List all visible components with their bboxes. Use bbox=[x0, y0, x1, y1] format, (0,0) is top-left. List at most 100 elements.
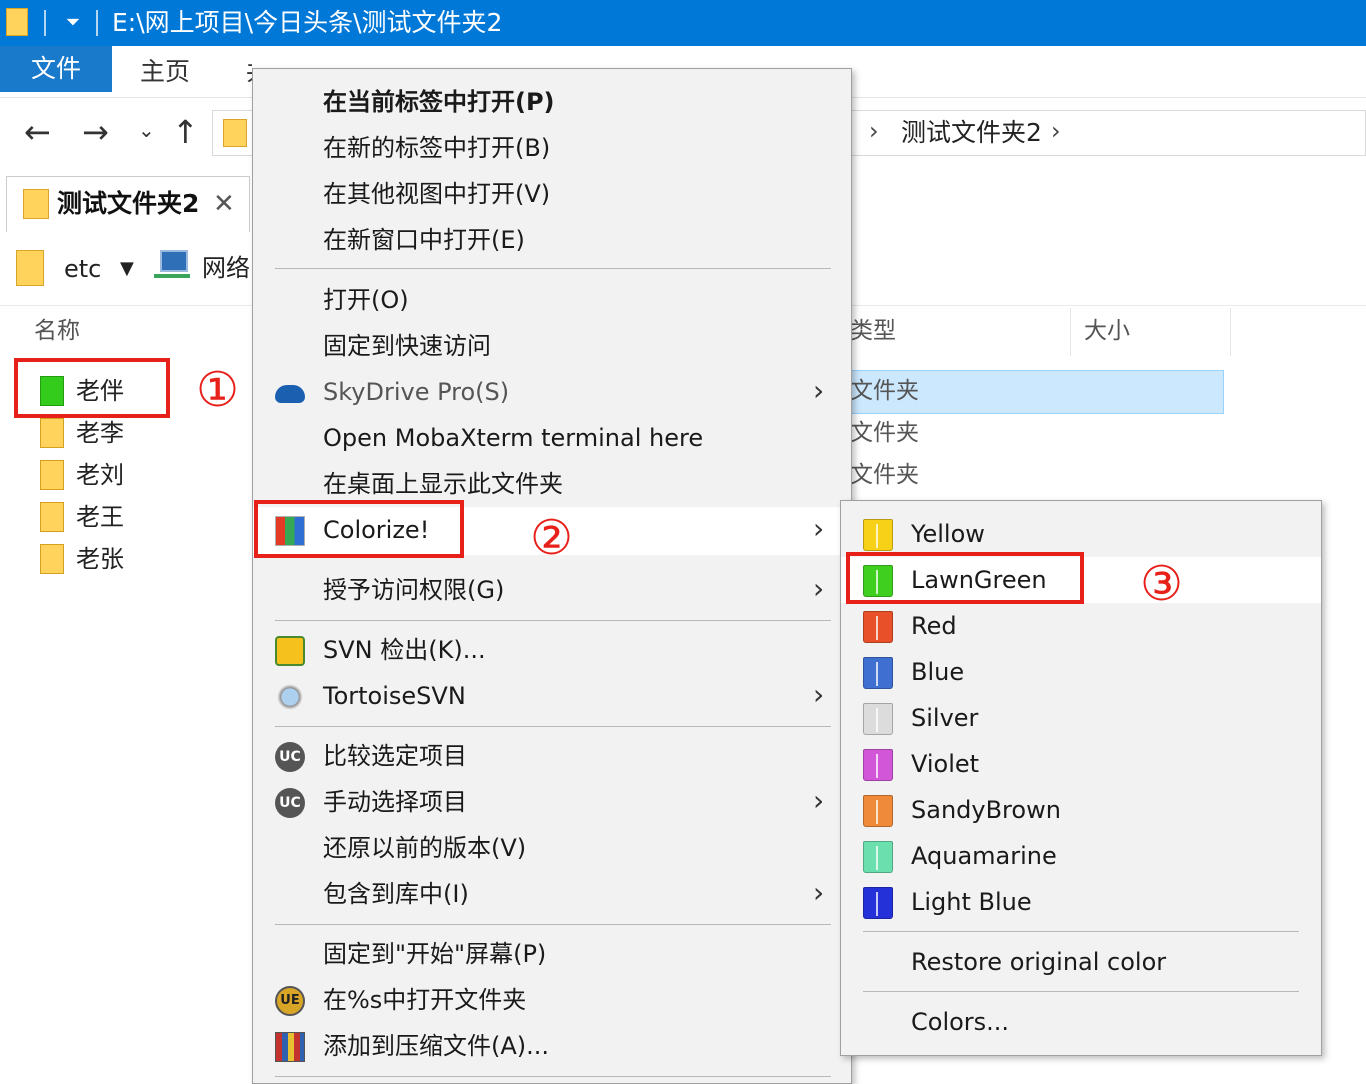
menu-item-label: 手动选择项目 bbox=[323, 785, 467, 819]
winrar-icon bbox=[275, 1032, 305, 1062]
menu-item-mobaxterm[interactable]: Open MobaXterm terminal here bbox=[253, 415, 851, 461]
forward-arrow-icon[interactable]: → bbox=[82, 112, 109, 152]
menu-item-grant-access[interactable]: 授予访问权限(G) › bbox=[253, 567, 851, 613]
menu-item-manual-select[interactable]: UC 手动选择项目 › bbox=[253, 779, 851, 825]
menu-item-label: SkyDrive Pro(S) bbox=[323, 375, 509, 409]
column-divider[interactable] bbox=[1230, 308, 1231, 356]
tab-file[interactable]: 文件 bbox=[0, 46, 112, 92]
menu-item-label: 还原以前的版本(V) bbox=[323, 831, 526, 865]
color-option-blue[interactable]: Blue bbox=[841, 649, 1321, 695]
menu-item-skydrive[interactable]: SkyDrive Pro(S) › bbox=[253, 369, 851, 415]
quick-access-network[interactable]: 网络 bbox=[202, 252, 254, 284]
annotation-step-2: ② bbox=[530, 512, 573, 564]
sandybrown-folder-icon bbox=[863, 795, 893, 827]
quick-access-etc[interactable]: etc bbox=[64, 254, 101, 284]
up-arrow-icon[interactable]: ↑ bbox=[172, 112, 199, 152]
menu-separator bbox=[863, 931, 1299, 932]
menu-item-open-other-view[interactable]: 在其他视图中打开(V) bbox=[253, 171, 851, 217]
folder-tab[interactable]: 测试文件夹2 ✕ bbox=[6, 176, 250, 232]
submenu-arrow-icon: › bbox=[813, 677, 824, 713]
menu-item-colors[interactable]: Colors... bbox=[841, 999, 1321, 1045]
column-header-name[interactable]: 名称 bbox=[34, 314, 80, 348]
color-option-sandybrown[interactable]: SandyBrown bbox=[841, 787, 1321, 833]
color-option-aquamarine[interactable]: Aquamarine bbox=[841, 833, 1321, 879]
menu-item-open-new-window[interactable]: 在新窗口中打开(E) bbox=[253, 217, 851, 263]
menu-item-label: TortoiseSVN bbox=[323, 679, 466, 713]
file-name: 老李 bbox=[76, 416, 124, 450]
color-option-label: Aquamarine bbox=[911, 839, 1057, 873]
violet-folder-icon bbox=[863, 749, 893, 781]
folder-icon bbox=[40, 544, 64, 574]
menu-item-label: 在其他视图中打开(V) bbox=[323, 177, 550, 211]
color-option-label: Violet bbox=[911, 747, 979, 781]
breadcrumb-chevron-icon[interactable]: › bbox=[869, 117, 879, 145]
breadcrumb-chevron-icon[interactable]: › bbox=[1051, 117, 1061, 145]
menu-item-label: 在新的标签中打开(B) bbox=[323, 131, 550, 165]
annotation-step-3: ③ bbox=[1140, 558, 1183, 610]
color-option-label: Yellow bbox=[911, 517, 985, 551]
aquamarine-folder-icon bbox=[863, 841, 893, 873]
ultraedit-icon: UE bbox=[275, 986, 305, 1016]
column-header-size[interactable]: 大小 bbox=[1084, 314, 1130, 348]
menu-item-pin-quick-access[interactable]: 固定到快速访问 bbox=[253, 323, 851, 369]
menu-item-include-library[interactable]: 包含到库中(I) › bbox=[253, 871, 851, 917]
menu-item-add-archive[interactable]: 添加到压缩文件(A)... bbox=[253, 1023, 851, 1069]
menu-item-pin-start[interactable]: 固定到"开始"屏幕(P) bbox=[253, 931, 851, 977]
folder-icon bbox=[223, 119, 247, 147]
list-item[interactable]: 老刘 bbox=[28, 454, 248, 496]
color-option-label: Blue bbox=[911, 655, 964, 689]
menu-item-label: 打开(O) bbox=[323, 283, 409, 317]
tab-home[interactable]: 主页 bbox=[140, 46, 200, 98]
menu-item-open-in-s[interactable]: UE 在%s中打开文件夹 bbox=[253, 977, 851, 1023]
red-folder-icon bbox=[863, 611, 893, 643]
submenu-arrow-icon: › bbox=[813, 783, 824, 819]
annotation-step-1: ① bbox=[196, 364, 239, 416]
menu-item-tortoise-svn[interactable]: TortoiseSVN › bbox=[253, 673, 851, 719]
color-option-label: Red bbox=[911, 609, 957, 643]
column-header-type[interactable]: 类型 bbox=[850, 314, 896, 348]
quick-access-dropdown-icon[interactable]: ⏷ bbox=[62, 12, 84, 34]
title-separator bbox=[96, 10, 98, 36]
menu-item-open[interactable]: 打开(O) bbox=[253, 277, 851, 323]
menu-item-open-current-tab[interactable]: 在当前标签中打开(P) bbox=[253, 79, 851, 125]
menu-item-restore-previous[interactable]: 还原以前的版本(V) bbox=[253, 825, 851, 871]
list-item[interactable]: 老李 bbox=[28, 412, 248, 454]
tab-title: 测试文件夹2 bbox=[57, 185, 199, 223]
list-item[interactable]: 老张 bbox=[28, 538, 248, 580]
color-option-yellow[interactable]: Yellow bbox=[841, 511, 1321, 557]
recent-locations-chevron-icon[interactable]: ⌄ bbox=[138, 118, 155, 142]
close-icon[interactable]: ✕ bbox=[213, 187, 235, 221]
ultracompare-icon: UC bbox=[275, 742, 305, 772]
breadcrumb-current[interactable]: 测试文件夹2 bbox=[901, 115, 1042, 151]
color-option-red[interactable]: Red bbox=[841, 603, 1321, 649]
list-item[interactable]: 老王 bbox=[28, 496, 248, 538]
menu-item-label: 在当前标签中打开(P) bbox=[323, 85, 555, 119]
menu-item-label: Open MobaXterm terminal here bbox=[323, 421, 703, 455]
color-option-label: Silver bbox=[911, 701, 978, 735]
color-option-label: SandyBrown bbox=[911, 793, 1061, 827]
menu-separator bbox=[863, 991, 1299, 992]
color-option-silver[interactable]: Silver bbox=[841, 695, 1321, 741]
file-name: 老王 bbox=[76, 500, 124, 534]
color-option-light-blue[interactable]: Light Blue bbox=[841, 879, 1321, 925]
color-option-violet[interactable]: Violet bbox=[841, 741, 1321, 787]
silver-folder-icon bbox=[863, 703, 893, 735]
ultracompare-icon: UC bbox=[275, 788, 305, 818]
annotation-highlight-box bbox=[254, 500, 464, 558]
menu-item-open-new-tab[interactable]: 在新的标签中打开(B) bbox=[253, 125, 851, 171]
file-name: 老刘 bbox=[76, 458, 124, 492]
caret-down-icon[interactable]: ▼ bbox=[120, 258, 134, 279]
window-title: E:\网上项目\今日头条\测试文件夹2 bbox=[112, 6, 502, 40]
submenu-arrow-icon: › bbox=[813, 373, 824, 409]
menu-separator bbox=[275, 1076, 831, 1077]
menu-item-compare-selected[interactable]: UC 比较选定项目 bbox=[253, 733, 851, 779]
column-divider[interactable] bbox=[1070, 308, 1071, 356]
menu-item-label: 授予访问权限(G) bbox=[323, 573, 504, 607]
file-name: 老张 bbox=[76, 542, 124, 576]
menu-item-label: 固定到快速访问 bbox=[323, 329, 491, 363]
menu-item-svn-checkout[interactable]: SVN 检出(K)... bbox=[253, 627, 851, 673]
blue-folder-icon bbox=[863, 657, 893, 689]
menu-separator bbox=[275, 924, 831, 925]
back-arrow-icon[interactable]: ← bbox=[24, 112, 51, 152]
menu-item-restore-color[interactable]: Restore original color bbox=[841, 939, 1321, 985]
